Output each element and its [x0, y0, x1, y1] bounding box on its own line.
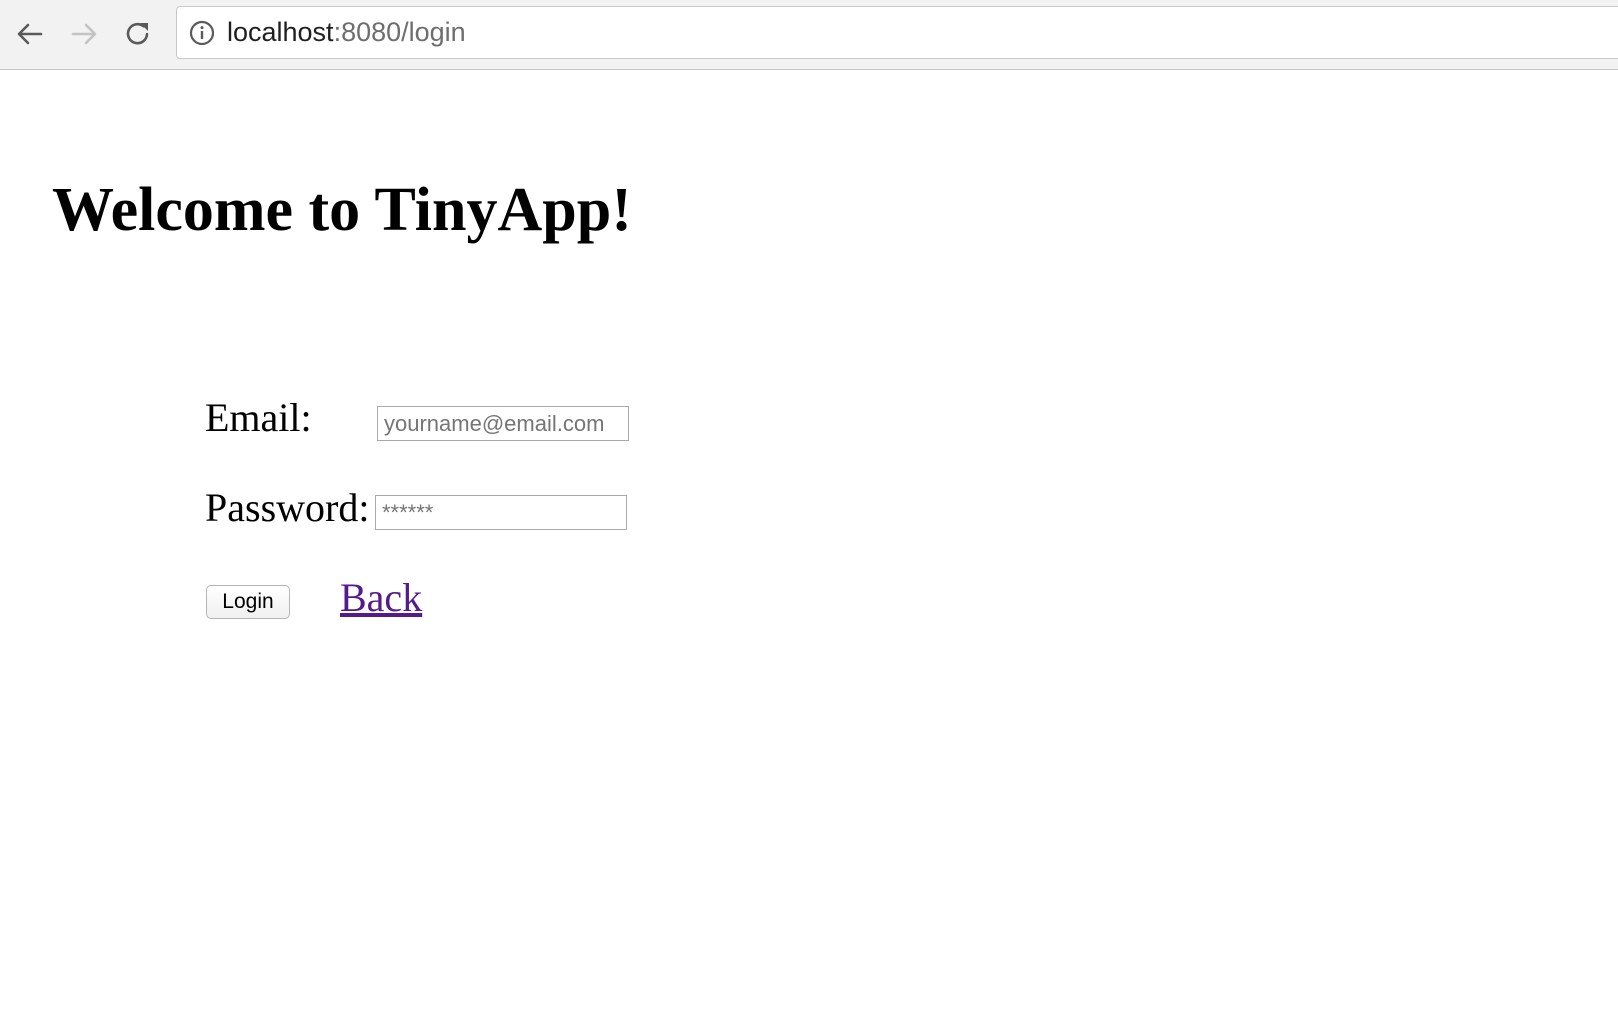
email-field[interactable]	[377, 406, 629, 441]
back-link[interactable]: Back	[340, 574, 422, 622]
reload-icon	[126, 22, 149, 45]
url-path: :8080/login	[333, 17, 466, 47]
info-icon[interactable]	[189, 20, 215, 46]
back-button[interactable]	[10, 14, 50, 54]
password-label: Password:	[205, 485, 370, 530]
email-label: Email:	[205, 395, 312, 440]
page-title: Welcome to TinyApp!	[52, 176, 632, 244]
page-content: Welcome to TinyApp! Email: Password: Log…	[0, 70, 1618, 1010]
url-text: localhost:8080/login	[227, 17, 466, 48]
login-button[interactable]: Login	[206, 585, 290, 619]
arrow-right-icon	[71, 23, 97, 45]
browser-toolbar: localhost:8080/login	[0, 0, 1618, 70]
arrow-left-icon	[17, 23, 43, 45]
forward-button[interactable]	[64, 14, 104, 54]
address-bar[interactable]: localhost:8080/login	[176, 6, 1618, 59]
reload-button[interactable]	[118, 14, 158, 54]
password-field[interactable]	[375, 495, 627, 530]
url-host: localhost	[227, 17, 334, 47]
